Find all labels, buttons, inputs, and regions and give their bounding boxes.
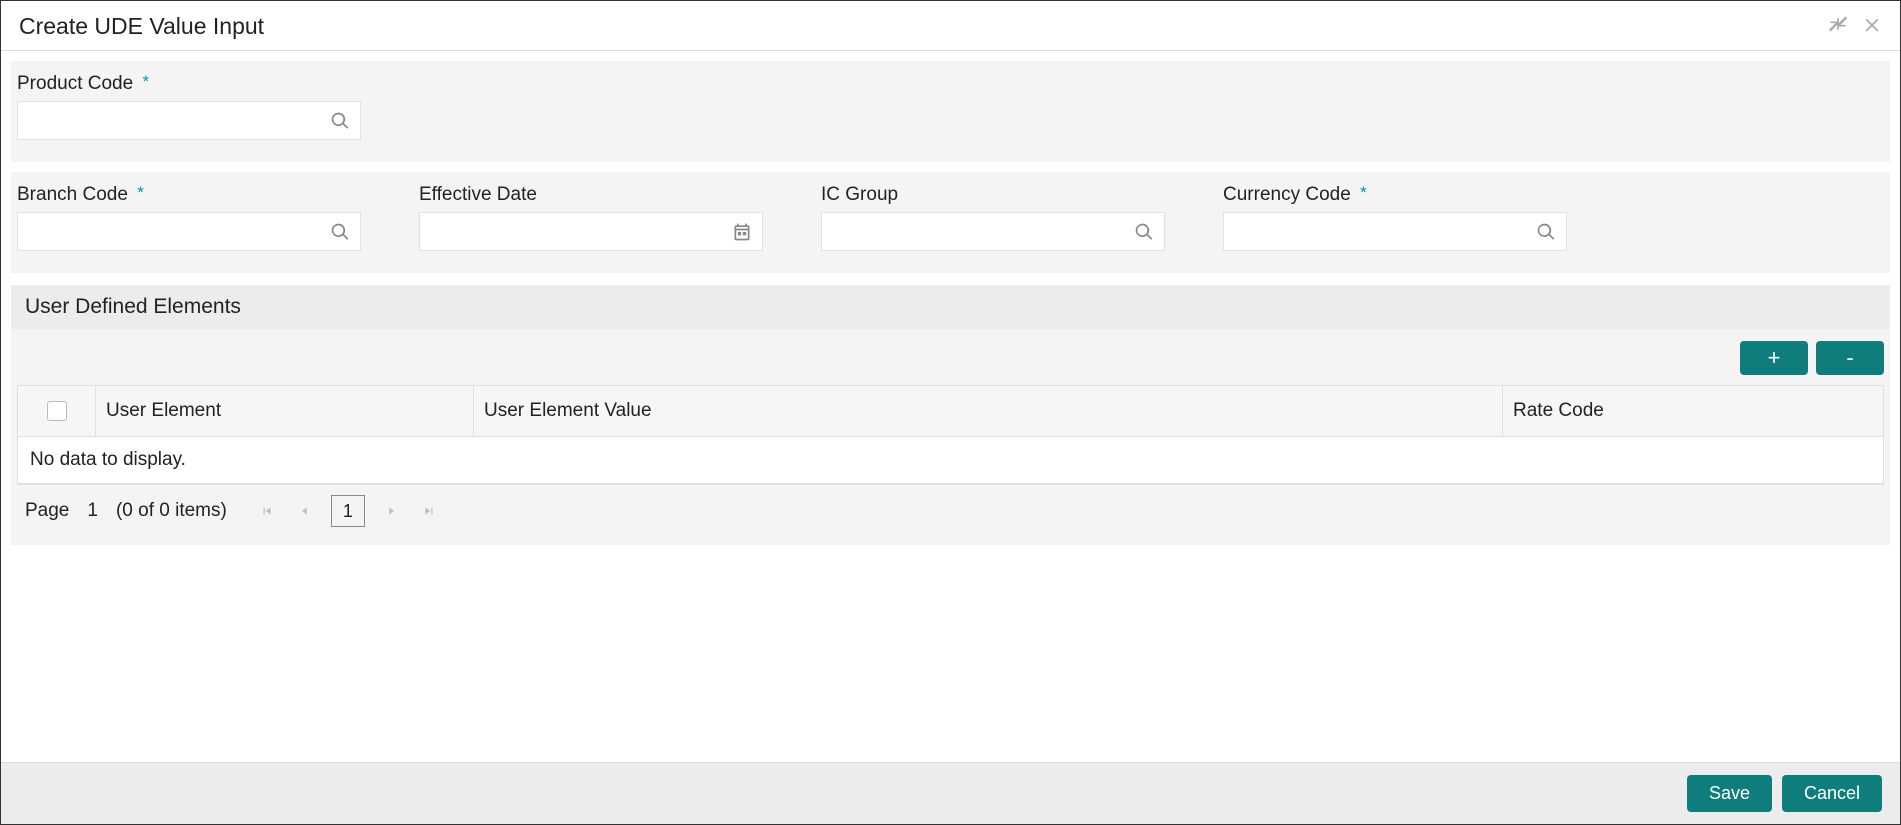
effective-date-field[interactable] <box>419 212 763 251</box>
table-header: User Element User Element Value Rate Cod… <box>18 386 1883 437</box>
col-user-element-value: User Element Value <box>474 386 1503 436</box>
ic-group-field[interactable] <box>821 212 1165 251</box>
search-icon[interactable] <box>320 214 360 250</box>
items-text: (0 of 0 items) <box>116 500 227 522</box>
product-code-label: Product Code * <box>17 73 393 95</box>
page-number[interactable]: 1 <box>331 495 365 527</box>
first-page-icon[interactable] <box>255 499 279 523</box>
dialog-title: Create UDE Value Input <box>19 13 264 40</box>
dialog-body: Product Code * Branch Code * <box>1 51 1900 762</box>
current-page: 1 <box>87 500 98 522</box>
currency-code-input[interactable] <box>1224 213 1526 250</box>
collapse-icon[interactable] <box>1828 14 1848 40</box>
product-code-label-text: Product Code <box>17 73 133 94</box>
required-asterisk: * <box>142 72 149 91</box>
details-panel: Branch Code * Effective Date <box>11 172 1890 273</box>
product-code-input[interactable] <box>18 102 320 139</box>
dialog-actions <box>1828 14 1882 40</box>
branch-code-field[interactable] <box>17 212 361 251</box>
dialog-window: Create UDE Value Input Product Code * <box>0 0 1901 825</box>
search-icon[interactable] <box>1526 214 1566 250</box>
product-code-panel: Product Code * <box>11 61 1890 162</box>
last-page-icon[interactable] <box>417 499 441 523</box>
cancel-button[interactable]: Cancel <box>1782 775 1882 812</box>
ude-toolbar: + - <box>17 341 1884 375</box>
branch-code-input[interactable] <box>18 213 320 250</box>
close-icon[interactable] <box>1862 14 1882 40</box>
next-page-icon[interactable] <box>379 499 403 523</box>
dialog-footer: Save Cancel <box>1 762 1900 824</box>
ude-table: User Element User Element Value Rate Cod… <box>17 385 1884 485</box>
effective-date-label: Effective Date <box>419 184 795 206</box>
ude-block: + - User Element User Element Value Rate… <box>11 329 1890 545</box>
save-button[interactable]: Save <box>1687 775 1772 812</box>
required-asterisk: * <box>137 183 144 202</box>
search-icon[interactable] <box>320 103 360 139</box>
effective-date-input[interactable] <box>420 213 722 250</box>
pagination: Page 1 (0 of 0 items) 1 <box>17 485 1884 527</box>
required-asterisk: * <box>1360 183 1367 202</box>
dialog-header: Create UDE Value Input <box>1 1 1900 51</box>
ude-section-title: User Defined Elements <box>11 285 1890 329</box>
page-label: Page <box>25 500 69 522</box>
calendar-icon[interactable] <box>722 214 762 250</box>
ic-group-label: IC Group <box>821 184 1197 206</box>
search-icon[interactable] <box>1124 214 1164 250</box>
col-rate-code: Rate Code <box>1503 386 1883 436</box>
branch-code-label: Branch Code * <box>17 184 393 206</box>
currency-code-label-text: Currency Code <box>1223 184 1351 205</box>
currency-code-field[interactable] <box>1223 212 1567 251</box>
currency-code-label: Currency Code * <box>1223 184 1599 206</box>
select-all-column <box>18 386 96 436</box>
prev-page-icon[interactable] <box>293 499 317 523</box>
ic-group-input[interactable] <box>822 213 1124 250</box>
add-row-button[interactable]: + <box>1740 341 1808 375</box>
col-user-element: User Element <box>96 386 474 436</box>
select-all-checkbox[interactable] <box>47 401 67 421</box>
branch-code-label-text: Branch Code <box>17 184 128 205</box>
remove-row-button[interactable]: - <box>1816 341 1884 375</box>
product-code-field[interactable] <box>17 101 361 140</box>
pager-buttons: 1 <box>255 495 441 527</box>
table-empty-text: No data to display. <box>18 437 1883 484</box>
